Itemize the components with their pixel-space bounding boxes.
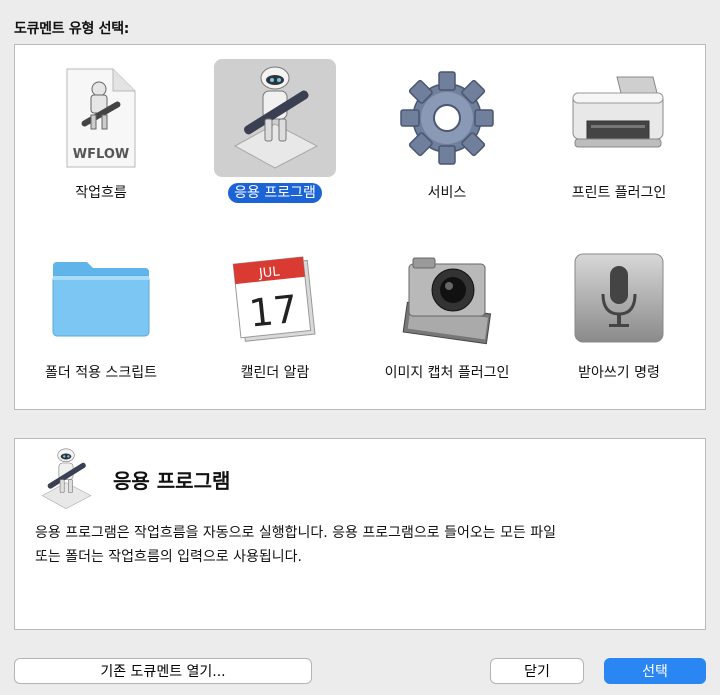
template-label: 서비스 (427, 185, 467, 201)
camera-icon (402, 257, 492, 345)
gear-icon (400, 71, 494, 165)
template-label: 받아쓰기 명령 (578, 365, 660, 381)
template-service[interactable]: 서비스 (367, 45, 527, 215)
close-button[interactable]: 닫기 (490, 658, 584, 684)
calendar-day: 17 (247, 287, 300, 336)
calendar-month: JUL (257, 264, 281, 281)
template-label: 이미지 캡처 플러그인 (384, 365, 510, 381)
description-title: 응용 프로그램 (113, 469, 231, 493)
printer-icon (572, 76, 664, 148)
document-type-grid: WFLOW 작업흐름 응용 프로그램 서비스 프린트 플러그인 폴더 적용 스크… (14, 44, 706, 410)
template-workflow[interactable]: WFLOW 작업흐름 (21, 45, 181, 215)
template-print-plugin[interactable]: 프린트 플러그인 (539, 45, 699, 215)
template-label: 폴더 적용 스크립트 (45, 365, 157, 381)
description-line: 또는 폴더는 작업흐름의 입력으로 사용됩니다. (35, 549, 302, 565)
description-text: 응용 프로그램은 작업흐름을 자동으로 실행합니다. 응용 프로그램으로 들어오… (35, 521, 695, 569)
template-calendar-alarm[interactable]: JUL 17 캘린더 알람 (195, 225, 355, 395)
description-line: 응용 프로그램은 작업흐름을 자동으로 실행합니다. 응용 프로그램으로 들어오… (35, 525, 557, 541)
page-title: 도큐멘트 유형 선택: (14, 21, 130, 37)
automator-robot-icon (41, 448, 92, 509)
choose-button[interactable]: 선택 (604, 658, 706, 684)
open-existing-document-button[interactable]: 기존 도큐멘트 열기... (14, 658, 312, 684)
folder-icon (52, 262, 150, 337)
template-dictation-command[interactable]: 받아쓰기 명령 (539, 225, 699, 395)
wflow-label: WFLOW (73, 147, 129, 162)
template-label: 프린트 플러그인 (571, 185, 667, 201)
template-application[interactable]: 응용 프로그램 (195, 45, 355, 215)
template-label: 캘린더 알람 (240, 365, 310, 381)
calendar-icon: JUL 17 (232, 256, 316, 342)
template-label: 작업흐름 (75, 185, 127, 201)
template-image-capture-plugin[interactable]: 이미지 캡처 플러그인 (367, 225, 527, 395)
automator-robot-icon (233, 66, 319, 169)
template-folder-action[interactable]: 폴더 적용 스크립트 (21, 225, 181, 395)
description-panel: 응용 프로그램 응용 프로그램은 작업흐름을 자동으로 실행합니다. 응용 프로… (14, 438, 706, 630)
microphone-icon (574, 253, 664, 343)
template-label: 응용 프로그램 (228, 183, 322, 203)
workflow-document-icon: WFLOW (66, 68, 136, 168)
